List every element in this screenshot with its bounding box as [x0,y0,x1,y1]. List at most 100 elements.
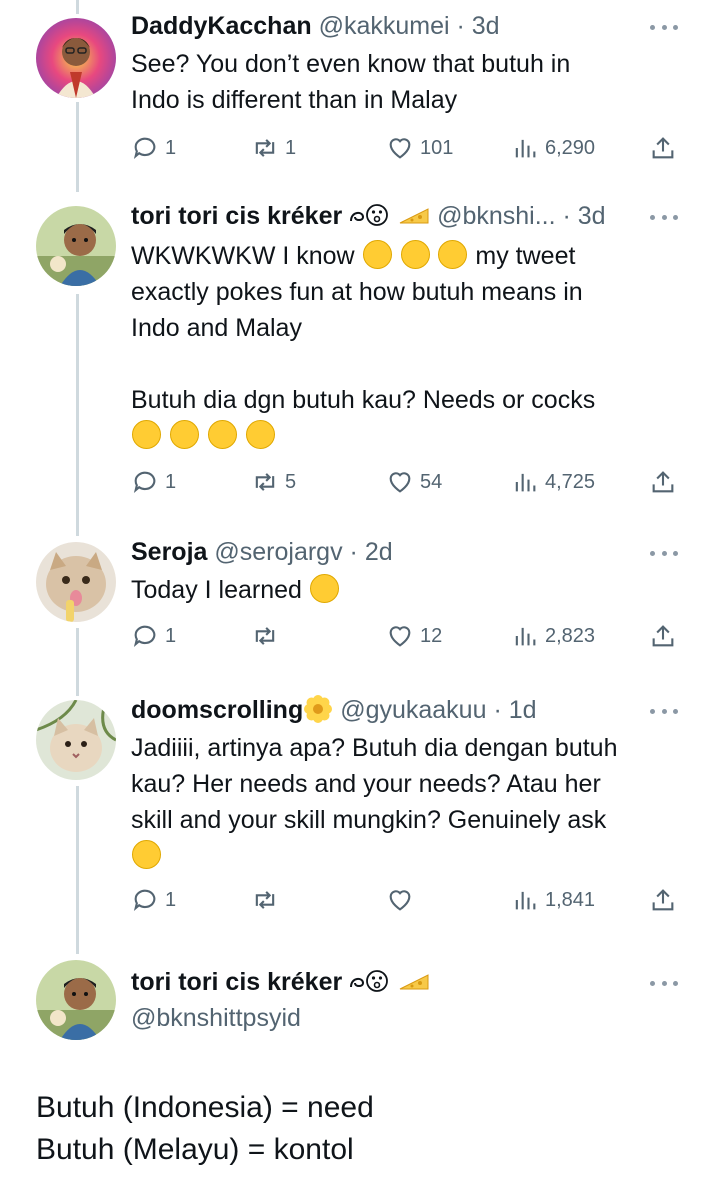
views-count: 1,841 [545,888,596,911]
reply-count: 1 [165,624,177,647]
tweet-text: Today I learned [131,572,676,608]
avatar[interactable] [36,542,116,622]
like-button[interactable]: 101 [386,132,453,164]
tweet-text-part: WKWKWKW I know [131,242,362,270]
tweet-header: Seroja @serojargv · 2d [131,536,393,568]
tweet-actions: 1 1 101 6,290 [131,132,679,164]
tweet-text-part: Today I learned [131,576,309,604]
share-icon [652,625,674,647]
reply-count: 1 [165,888,177,911]
share-button[interactable] [649,620,683,652]
separator-dot: · [555,202,578,230]
tweet-actions: 1 12 2,823 [131,620,679,652]
reply-button[interactable]: 1 [131,884,176,916]
views-button[interactable]: 2,823 [511,620,595,652]
thread-line [76,786,79,954]
thread-line [76,102,79,192]
share-icon [652,137,674,159]
display-name[interactable]: tori tori cis kréker [131,968,342,996]
tweet-header: tori tori cis kréker @bknshi... · 3d [131,200,606,232]
crying-emoji [362,240,392,269]
tweet-header: doomscrolling @gyukaakuu · 1d [131,694,537,726]
retweet-button[interactable]: 5 [251,466,296,498]
heart-icon [389,138,411,159]
tweet-text: Jadiiii, artinya apa? Butuh dia dengan b… [131,730,676,874]
timestamp[interactable]: 3d [578,202,606,230]
views-icon [515,473,536,492]
reply-button[interactable]: 1 [131,620,176,652]
share-button[interactable] [649,132,683,164]
like-button[interactable]: 12 [386,620,442,652]
handle[interactable]: @kakkumei [319,12,450,40]
like-count: 54 [420,470,443,493]
flower-emoji [304,695,333,723]
reply-icon [133,471,156,493]
more-icon[interactable] [650,22,678,32]
flushed-emoji [309,574,339,603]
crying-emoji [400,240,430,269]
smiley-emoji [245,420,275,449]
like-button[interactable]: 54 [386,466,442,498]
retweet-icon [255,891,275,909]
reply-button[interactable]: 1 [131,132,176,164]
display-name[interactable]: tori tori cis kréker [131,202,342,230]
retweet-button[interactable] [251,620,285,652]
thread-line [76,294,79,536]
timestamp[interactable]: 1d [509,696,537,724]
avatar[interactable] [36,18,116,98]
tweet-handle-row: @bknshittpsyid [131,1002,301,1034]
retweet-button[interactable] [251,884,285,916]
retweet-button[interactable]: 1 [251,132,296,164]
more-icon[interactable] [650,212,678,222]
separator-dot: · [342,538,365,566]
crying-emoji [438,240,468,269]
retweet-icon [255,139,275,157]
tweet-header: DaddyKacchan @kakkumei · 3d [131,10,500,42]
separator-dot: · [449,12,472,40]
display-name[interactable]: doomscrolling [131,696,303,724]
like-count: 101 [420,136,454,159]
views-icon [515,627,536,646]
share-icon [652,889,674,911]
handle[interactable]: @bknshittpsyid [131,1004,301,1032]
tweet-text: WKWKWKW I know my tweet exactly pokes fu… [131,238,676,454]
avatar[interactable] [36,960,116,1040]
share-button[interactable] [649,466,683,498]
retweet-icon [255,473,275,491]
avatar[interactable] [36,206,116,286]
views-icon [515,139,536,158]
reply-icon [133,137,156,159]
reply-button[interactable]: 1 [131,466,176,498]
reply-count: 1 [165,136,177,159]
separator-dot: · [486,696,509,724]
more-icon[interactable] [650,548,678,558]
handle[interactable]: @gyukaakuu [340,696,486,724]
views-button[interactable]: 4,725 [511,466,595,498]
smiley-emoji [132,420,161,449]
smiley-emoji [169,420,199,449]
timestamp[interactable]: 2d [365,538,393,566]
like-button[interactable] [386,884,420,916]
pronoun-badge-icon [350,204,389,226]
display-name[interactable]: Seroja [131,538,207,566]
reply-icon [133,889,156,911]
handle[interactable]: @bknshi... [437,202,555,230]
views-icon [515,891,536,910]
handle[interactable]: @serojargv [214,538,342,566]
views-count: 2,823 [545,624,596,647]
more-icon[interactable] [650,978,678,988]
reply-count: 1 [165,470,177,493]
more-icon[interactable] [650,706,678,716]
reply-icon [133,625,156,647]
heart-icon [389,472,411,493]
tweet-actions: 1 5 54 4,725 [131,466,679,498]
display-name[interactable]: DaddyKacchan [131,12,312,40]
views-button[interactable]: 6,290 [511,132,595,164]
smiley-emoji [207,420,237,449]
share-button[interactable] [649,884,683,916]
avatar[interactable] [36,700,116,780]
timestamp[interactable]: 3d [472,12,500,40]
main-tweet-text-line: Butuh (Indonesia) = need [36,1091,374,1124]
views-button[interactable]: 1,841 [511,884,595,916]
views-count: 6,290 [545,136,596,159]
